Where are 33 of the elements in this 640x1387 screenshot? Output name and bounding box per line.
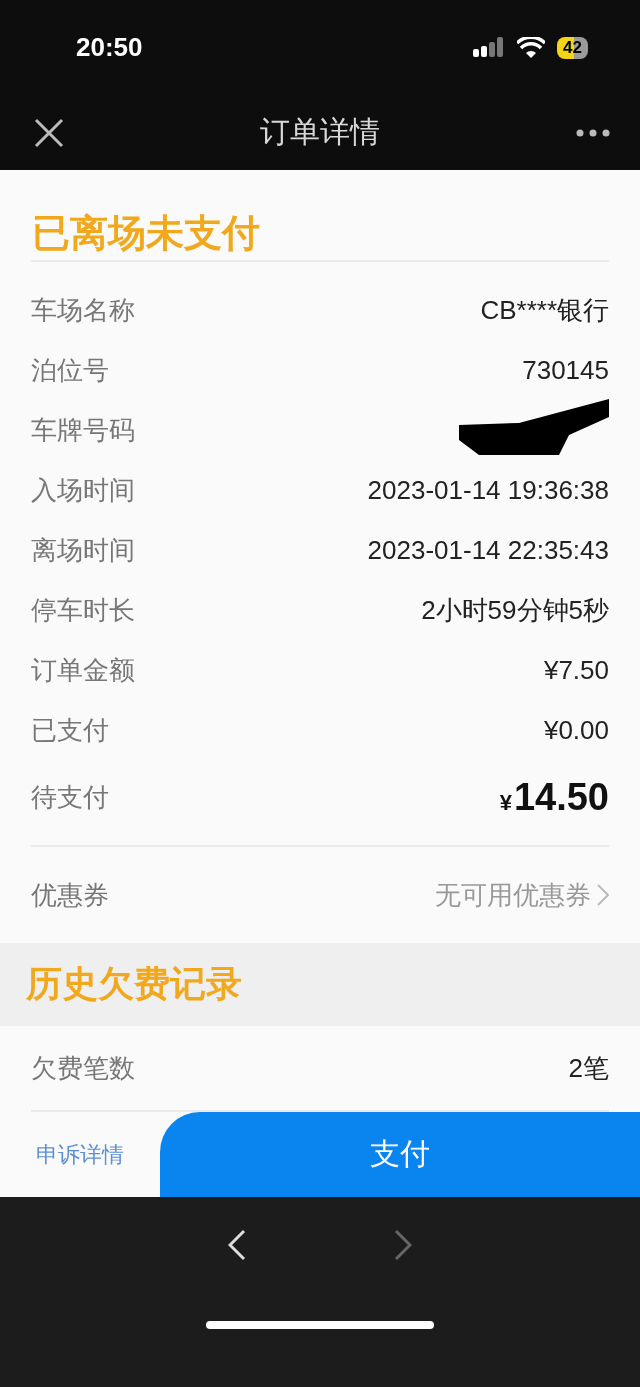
- signal-icon: [473, 36, 506, 59]
- detail-value: 2023-01-14 19:36:38: [367, 474, 609, 506]
- detail-label: 入场时间: [31, 473, 135, 507]
- detail-label: 已支付: [31, 713, 109, 747]
- more-icon[interactable]: [576, 128, 610, 137]
- detail-label: 订单金额: [31, 653, 135, 687]
- close-icon[interactable]: [34, 117, 64, 148]
- detail-label: 离场时间: [31, 533, 135, 567]
- pay-button[interactable]: 支付: [160, 1112, 640, 1197]
- page-title: 订单详情: [260, 113, 380, 151]
- detail-value: CB****银行: [480, 293, 609, 327]
- detail-value: 2笔: [568, 1051, 609, 1085]
- detail-value: 2023-01-14 22:35:43: [367, 534, 609, 566]
- wifi-icon: [517, 36, 546, 59]
- detail-label: 车牌号码: [31, 413, 135, 447]
- detail-label: 车场名称: [31, 293, 135, 327]
- status-time: 20:50: [76, 32, 143, 63]
- detail-value: 730145: [522, 354, 609, 386]
- detail-label: 泊位号: [31, 353, 109, 387]
- section-title: 历史欠费记录: [26, 962, 242, 1006]
- detail-label: 停车时长: [31, 593, 135, 627]
- detail-value: ¥7.50: [543, 654, 609, 686]
- order-status: 已离场未支付: [31, 210, 261, 257]
- coupon-value[interactable]: 无可用优惠券: [435, 877, 609, 913]
- detail-value: 2小时59分钟5秒: [421, 593, 609, 627]
- detail-label: 欠费笔数: [31, 1051, 135, 1085]
- battery-level: 42: [557, 36, 588, 59]
- detail-value: ¥0.00: [543, 714, 609, 746]
- chevron-right-icon: [597, 884, 609, 906]
- coupon-label: 优惠券: [31, 878, 109, 912]
- amount-due: ¥14.50: [499, 776, 609, 819]
- detail-label: 待支付: [31, 781, 109, 814]
- appeal-link[interactable]: 申诉详情: [0, 1112, 160, 1197]
